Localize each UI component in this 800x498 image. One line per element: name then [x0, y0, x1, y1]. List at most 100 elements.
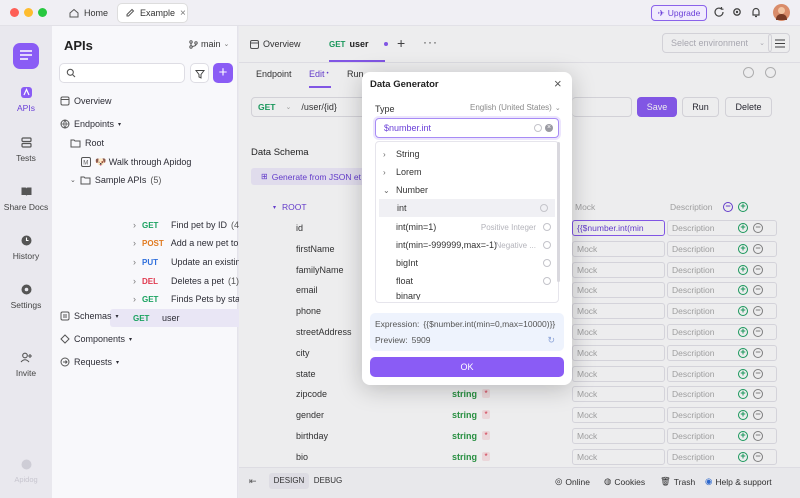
chevron-right-icon: › [133, 294, 136, 304]
endpoint-name: user [162, 313, 180, 323]
generator-option[interactable]: int(min=-999999,max=-1) Negative ... [374, 236, 558, 254]
tree-overview[interactable]: Overview [60, 92, 112, 110]
rail-footer-logo: Apidog [0, 458, 52, 484]
generator-option[interactable]: int(min=1) Positive Integer [374, 218, 558, 236]
rail-tests[interactable]: Tests [0, 136, 52, 163]
avatar[interactable] [773, 4, 790, 21]
search-input[interactable] [59, 63, 185, 83]
rail-invite[interactable]: Invite [0, 351, 52, 378]
bell-icon[interactable] [750, 6, 764, 20]
info-icon[interactable] [543, 259, 551, 267]
svg-text:M: M [83, 161, 88, 167]
chevron-right-icon: › [383, 167, 386, 177]
upgrade-button[interactable]: ✈ Upgrade [651, 5, 707, 21]
tree-schemas[interactable]: Schemas ▾ [60, 307, 119, 325]
filter-icon [195, 69, 205, 79]
expression-label: Expression: [375, 319, 420, 329]
sidebar-title: APIs [64, 38, 93, 53]
generator-option[interactable]: int [379, 199, 555, 217]
generator-option-label: int(min=1) [396, 222, 437, 232]
tab-home[interactable]: Home [62, 3, 115, 23]
chevron-right-icon: › [133, 257, 136, 267]
folder-open-icon [80, 175, 91, 185]
plus-icon: + [218, 64, 228, 81]
ok-button[interactable]: OK [370, 357, 564, 377]
markdown-icon: M [81, 157, 91, 167]
generator-option-label: int(min=-999999,max=-1) [396, 240, 498, 250]
locale-select[interactable]: English (United States) ⌄ [470, 103, 561, 112]
generator-group-label: Lorem [396, 167, 422, 177]
rail-apis[interactable]: APIs [0, 86, 52, 113]
rail-history[interactable]: History [0, 234, 52, 261]
tab-example[interactable]: Example × [117, 3, 188, 23]
refresh-icon[interactable] [713, 6, 727, 20]
info-icon[interactable] [540, 204, 548, 212]
gear-icon[interactable] [731, 6, 745, 20]
clear-input-icon[interactable]: × [545, 124, 553, 132]
tree-requests[interactable]: Requests ▾ [60, 353, 119, 371]
add-button[interactable]: + [213, 63, 233, 83]
tree-walk-through[interactable]: M 🐶 Walk through Apidog [81, 153, 191, 171]
zoom-window-button[interactable] [38, 8, 47, 17]
preview-value: 5909 [411, 335, 431, 345]
chevron-down-icon: ⌄ [554, 104, 561, 112]
caret-down-icon: ▾ [115, 313, 119, 320]
info-icon[interactable] [543, 223, 551, 231]
method-badge: PUT [142, 257, 158, 267]
generator-option[interactable]: binary [374, 290, 558, 300]
generator-option-hint: Positive Integer [480, 222, 536, 232]
chevron-right-icon: › [133, 276, 136, 286]
search-icon [66, 68, 76, 78]
tree-components[interactable]: Components ▾ [60, 330, 132, 348]
branch-selector[interactable]: main ⌄ [189, 39, 229, 49]
generator-group[interactable]: ⌄ Number [374, 181, 558, 199]
method-badge: GET [133, 313, 150, 323]
generator-option-label: binary [396, 291, 421, 300]
endpoints-icon [60, 119, 70, 129]
generator-group[interactable]: › Lorem [374, 163, 558, 181]
folder-icon [70, 138, 81, 148]
minimize-window-button[interactable] [24, 8, 33, 17]
sidebar: APIs main ⌄ + Overview Endpoints ▾ Root … [52, 26, 285, 498]
generator-group[interactable]: › String [374, 145, 558, 163]
info-icon [534, 124, 542, 132]
add-user-icon [20, 351, 33, 364]
generator-option[interactable]: float [374, 272, 558, 290]
method-badge: GET [142, 294, 159, 304]
home-icon [69, 8, 79, 18]
generator-option[interactable]: bigInt [374, 254, 558, 272]
expression-value: {{$number.int(min=0,max=10000)}} [423, 319, 556, 329]
edit-icon [125, 8, 135, 18]
branch-icon [189, 39, 198, 49]
close-window-button[interactable] [10, 8, 19, 17]
rail-share-docs[interactable]: Share Docs [0, 185, 52, 212]
chevron-down-icon: ⌄ [70, 177, 76, 184]
info-icon[interactable] [543, 277, 551, 285]
chevron-down-icon: ⌄ [383, 185, 390, 195]
tree-endpoints[interactable]: Endpoints ▾ [60, 115, 121, 133]
close-tab-icon[interactable]: × [180, 8, 186, 19]
filter-button[interactable] [190, 63, 209, 83]
tree-sample-apis[interactable]: ⌄ Sample APIs (5) [70, 171, 161, 189]
title-bar: Home Example × ✈ Upgrade [0, 0, 800, 26]
left-rail: APIs Tests Share Docs History Settings I… [0, 26, 52, 498]
generator-search-input[interactable]: $number.int × [375, 118, 559, 138]
generator-group-label: Number [396, 185, 429, 195]
type-label: Type [375, 104, 395, 114]
tab-example-label: Example [140, 8, 176, 18]
chevron-down-icon: ⌄ [223, 41, 230, 48]
expression-panel: Expression: {{$number.int(min=0,max=1000… [370, 313, 564, 351]
schemas-icon [60, 311, 70, 321]
rail-settings[interactable]: Settings [0, 283, 52, 310]
chevron-right-icon: › [383, 149, 386, 159]
info-icon[interactable] [543, 241, 551, 249]
tab-home-label: Home [84, 8, 109, 18]
settings-icon [20, 283, 33, 296]
requests-icon [60, 357, 70, 367]
tree-root[interactable]: Root [70, 134, 104, 152]
generator-option-label: int [397, 203, 407, 213]
close-dialog-icon[interactable]: × [554, 76, 562, 91]
dialog-title: Data Generator [370, 79, 439, 90]
clock-icon [20, 234, 33, 247]
refresh-preview-icon[interactable]: ↻ [547, 335, 555, 346]
